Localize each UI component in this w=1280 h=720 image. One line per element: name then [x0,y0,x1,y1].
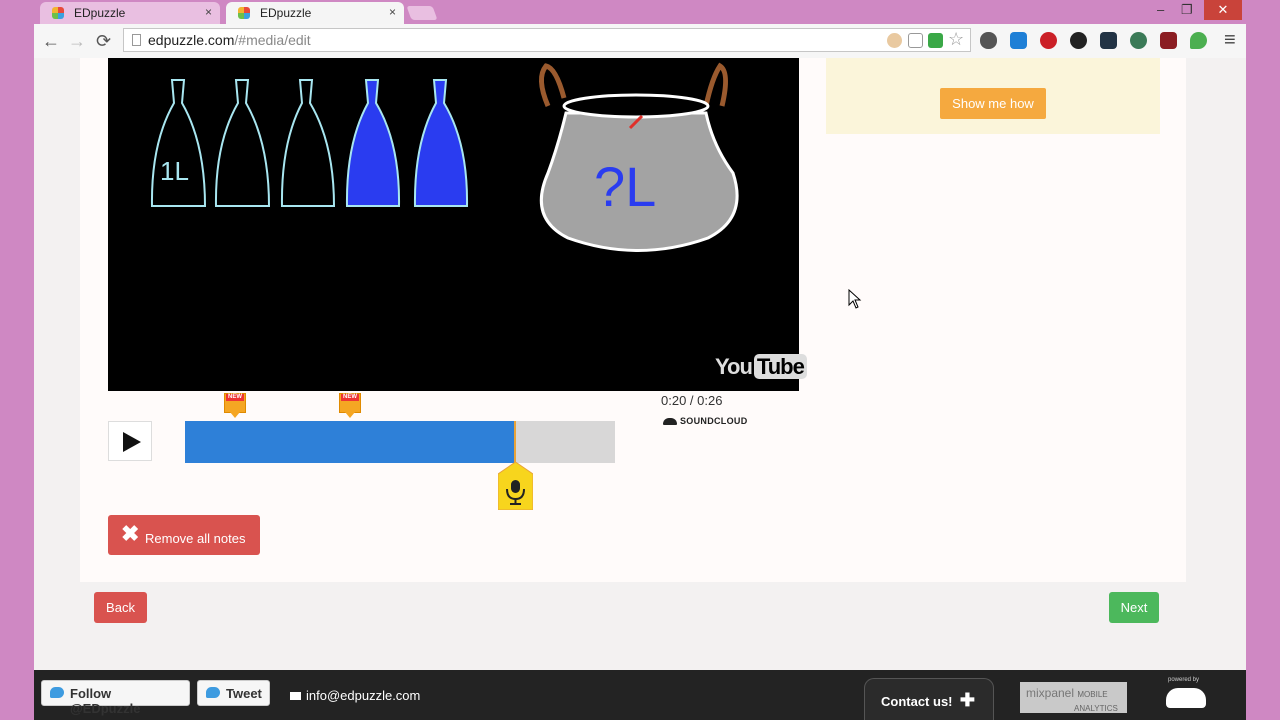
close-x-icon: ✖ [121,521,140,546]
tab-title: EDpuzzle [74,6,126,20]
twitter-bird-icon [50,687,64,698]
bottle-outline [280,79,336,207]
star-icon[interactable]: ☆ [948,29,964,50]
bottle-label: 1L [160,156,189,186]
back-arrow-icon[interactable]: ← [42,31,60,52]
mixpanel-badge[interactable]: mixpanel MOBILE ANALYTICS [1020,682,1127,713]
progress-track[interactable] [185,421,615,463]
time-display: 0:20 / 0:26 [661,393,723,408]
url-host: edpuzzle.com [148,32,235,48]
pot-handle [703,62,728,107]
follow-button[interactable]: Follow @EDpuzzle [41,680,190,716]
tab-edpuzzle-1[interactable]: EDpuzzle × [40,2,220,24]
follow-label: Follow @EDpuzzle [70,686,141,716]
soundcloud-icon [663,418,677,425]
video-frame[interactable]: 1L ?L [108,58,799,391]
youtube-logo[interactable]: You Tube [715,354,807,380]
show-me-how-button[interactable]: Show me how [940,88,1046,119]
tweet-label: Tweet [226,686,262,701]
extension-icon[interactable] [1100,32,1117,49]
forward-arrow-icon[interactable]: → [68,31,86,52]
extension-icon[interactable] [1010,32,1027,49]
tab-close-icon[interactable]: × [389,5,396,19]
soundcloud-text: SOUNDCLOUD [680,416,748,426]
remove-all-notes-button[interactable]: ✖ Remove all notes [108,515,260,555]
cursor-icon [848,289,862,309]
extension-icon[interactable] [1070,32,1087,49]
progress-fill [185,421,515,463]
globe-icon[interactable] [1130,32,1147,49]
pot-handle [539,63,567,107]
note-badge: NEW [226,394,244,401]
video-drawing: 1L ?L [150,62,739,252]
mixpanel-sub2: ANALYTICS [1074,704,1118,713]
note-marker[interactable]: NEW [224,393,246,419]
mixpanel-sub1: MOBILE [1077,690,1108,699]
new-tab-button[interactable] [406,6,438,20]
email-text: info@edpuzzle.com [306,688,421,703]
playhead-line[interactable] [514,421,516,463]
remove-all-notes-label: Remove all notes [145,531,246,546]
restore-icon[interactable]: ❐ [1181,2,1193,18]
url-path: /#media/edit [234,32,311,48]
bottle-filled [413,79,469,207]
contact-label: Contact us! [881,694,953,709]
email-link[interactable]: info@edpuzzle.com [290,688,420,703]
soundcloud-label[interactable]: SOUNDCLOUD [663,416,748,426]
twitter-bird-icon [206,687,220,698]
cloud-logo-icon[interactable] [1166,688,1206,708]
menu-icon[interactable]: ≡ [1224,29,1236,52]
microphone-icon[interactable] [498,462,533,510]
address-bar[interactable]: edpuzzle.com/#media/edit [123,28,971,52]
window-frame-right [1246,0,1280,720]
page-icon [132,34,141,46]
youtube-tube: Tube [753,354,807,379]
evernote-icon[interactable] [1190,32,1207,49]
window-close-icon[interactable]: ✕ [1204,0,1242,20]
video-camera-icon[interactable] [908,33,923,48]
note-badge: NEW [341,394,359,401]
back-button[interactable]: Back [94,592,147,623]
pot-label: ?L [594,155,656,218]
bottle-outline [214,79,271,207]
play-icon [123,432,141,452]
youtube-you: You [715,354,753,379]
bottle-filled [345,79,401,207]
reload-icon[interactable]: ⟳ [96,31,111,52]
pot-rim [562,93,710,119]
pinterest-icon[interactable] [1040,32,1057,49]
minimize-icon[interactable]: – [1157,2,1164,17]
powered-by-label: powered by [1168,677,1200,683]
tweet-button[interactable]: Tweet [197,680,270,706]
contact-us-button[interactable]: Contact us! ✚ [864,678,994,720]
cookie-icon[interactable] [887,33,902,48]
edpuzzle-favicon-icon [52,7,64,19]
image-icon[interactable] [928,33,943,48]
edpuzzle-favicon-icon [238,7,250,19]
next-button[interactable]: Next [1109,592,1159,623]
tab-close-icon[interactable]: × [205,5,212,19]
tab-edpuzzle-2[interactable]: EDpuzzle × [226,2,404,24]
note-marker[interactable]: NEW [339,393,361,419]
tab-title: EDpuzzle [260,6,312,20]
window-frame-left [0,0,34,720]
envelope-icon [290,692,301,700]
plus-icon: ✚ [959,690,975,710]
mixpanel-label: mixpanel [1026,686,1075,700]
bottle-outline [150,79,207,207]
play-button[interactable] [108,421,152,461]
extension-icon[interactable] [1160,32,1177,49]
extension-icon[interactable] [980,32,997,49]
